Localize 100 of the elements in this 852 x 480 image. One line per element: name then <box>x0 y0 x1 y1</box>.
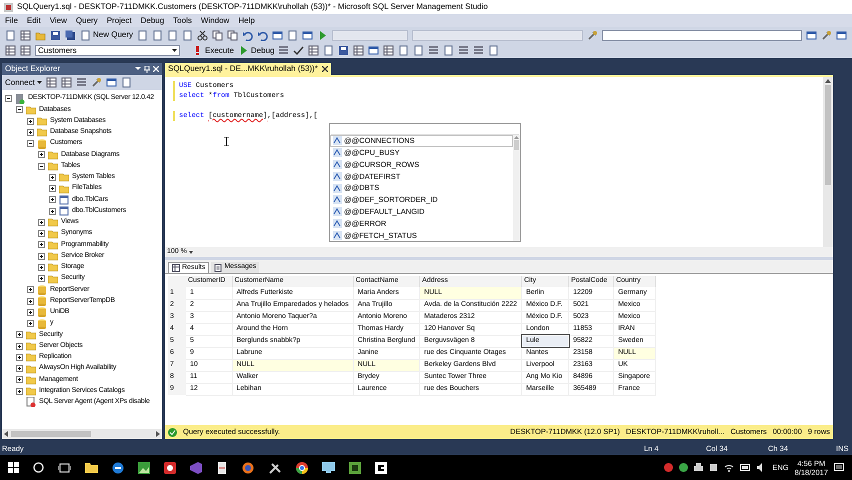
expand-icon[interactable] <box>49 208 56 215</box>
expand-icon[interactable] <box>38 241 45 248</box>
page-icon[interactable] <box>488 45 500 56</box>
expand-icon[interactable] <box>38 230 45 238</box>
expand-icon[interactable] <box>16 354 23 361</box>
wifi-icon[interactable] <box>724 463 734 472</box>
page-icon[interactable] <box>323 45 334 56</box>
expand-icon[interactable] <box>38 252 45 260</box>
wrench-icon[interactable] <box>821 30 832 40</box>
window-icon[interactable] <box>302 30 314 40</box>
right-arrow-icon[interactable] <box>156 431 160 437</box>
grid-icon[interactable] <box>60 77 72 88</box>
lines-icon[interactable] <box>428 45 440 56</box>
caret-icon[interactable] <box>135 66 141 72</box>
folder-icon[interactable] <box>85 462 98 473</box>
circle-icon[interactable] <box>664 463 674 472</box>
windows-icon[interactable] <box>8 462 19 473</box>
save-all-icon[interactable] <box>65 30 76 40</box>
menu-item[interactable]: Debug <box>140 14 164 26</box>
expand-icon[interactable] <box>38 218 45 226</box>
collapse-icon[interactable] <box>38 162 45 170</box>
close-icon[interactable] <box>322 66 328 72</box>
image-viewer-icon[interactable] <box>138 462 150 474</box>
page-icon[interactable] <box>398 45 410 56</box>
grid-icon[interactable] <box>383 45 394 56</box>
page-icon[interactable] <box>120 77 132 88</box>
wrench-icon[interactable] <box>90 77 102 88</box>
lines-icon[interactable] <box>76 77 87 88</box>
collapse-icon[interactable] <box>5 95 12 102</box>
grid-icon[interactable] <box>20 45 31 56</box>
debug-button[interactable]: Debug <box>238 44 274 56</box>
up-arrow-icon[interactable] <box>825 79 831 83</box>
expand-icon[interactable] <box>49 185 56 192</box>
menu-item[interactable]: File <box>5 14 18 26</box>
search-icon[interactable] <box>33 462 44 473</box>
square-app-icon[interactable] <box>349 462 361 474</box>
expand-icon[interactable] <box>27 118 34 125</box>
wrench-icon[interactable] <box>587 30 598 40</box>
monitor-icon[interactable] <box>322 462 335 473</box>
undo-icon[interactable] <box>257 30 268 40</box>
page-icon[interactable] <box>443 45 454 56</box>
left-arrow-icon[interactable] <box>4 431 8 437</box>
page-icon[interactable] <box>287 30 298 40</box>
record-app-icon[interactable] <box>164 462 176 474</box>
page-icon[interactable] <box>137 30 148 40</box>
document-tab[interactable]: SQLQuery1.sql - DE...MKK\ruhollah (53))* <box>165 63 331 75</box>
scrollbar-thumb[interactable] <box>514 140 519 150</box>
scrollbar-thumb[interactable] <box>825 85 831 185</box>
expand-icon[interactable] <box>38 275 45 282</box>
page-icon[interactable] <box>152 30 164 40</box>
save-icon[interactable] <box>338 45 350 56</box>
grid-icon[interactable] <box>20 30 31 40</box>
new-query-button[interactable]: New Query <box>80 29 134 41</box>
execute-button[interactable]: Execute <box>192 44 234 56</box>
hexagon-app-icon[interactable] <box>190 462 202 474</box>
new-page-icon[interactable] <box>5 30 16 40</box>
lines-icon[interactable] <box>458 45 470 56</box>
expand-icon[interactable] <box>27 298 34 305</box>
page-icon[interactable] <box>413 45 424 56</box>
grid-icon[interactable] <box>46 77 57 88</box>
device-icon[interactable] <box>709 463 718 472</box>
grid-icon[interactable] <box>353 45 364 56</box>
notification-icon[interactable] <box>834 462 844 472</box>
menu-item[interactable]: Edit <box>26 14 41 26</box>
copy-icon[interactable] <box>227 30 238 40</box>
expand-icon[interactable] <box>27 320 34 328</box>
expand-icon[interactable] <box>27 308 34 316</box>
collapse-icon[interactable] <box>27 140 34 148</box>
window-icon[interactable] <box>368 45 380 56</box>
caret-icon[interactable] <box>188 250 193 254</box>
chrome-icon[interactable] <box>296 462 308 474</box>
grid-icon[interactable] <box>5 45 16 56</box>
globe-icon[interactable] <box>242 462 254 474</box>
expand-icon[interactable] <box>16 388 23 395</box>
document-icon[interactable] <box>216 462 228 474</box>
circle-icon[interactable] <box>679 463 688 472</box>
expand-icon[interactable] <box>27 128 34 136</box>
expand-icon[interactable] <box>49 196 56 204</box>
menu-item[interactable]: View <box>50 14 67 26</box>
window-icon[interactable] <box>106 77 117 88</box>
browser-icon[interactable] <box>112 462 124 474</box>
expand-icon[interactable] <box>16 376 23 384</box>
menu-item[interactable]: Tools <box>173 14 192 26</box>
pin-icon[interactable] <box>144 66 150 72</box>
menu-item[interactable]: Help <box>238 14 255 26</box>
tools-icon[interactable] <box>268 462 282 474</box>
window-icon[interactable] <box>836 30 847 40</box>
undo-icon[interactable] <box>242 30 254 40</box>
window-icon[interactable] <box>806 30 817 40</box>
scrollbar-thumb[interactable] <box>11 431 91 437</box>
check-icon[interactable] <box>293 45 304 56</box>
collapse-icon[interactable] <box>16 106 23 114</box>
lines-icon[interactable] <box>473 45 484 56</box>
expand-icon[interactable] <box>16 331 23 338</box>
page-icon[interactable] <box>182 30 194 40</box>
save-icon[interactable] <box>50 30 61 40</box>
window-icon[interactable] <box>272 30 284 40</box>
expand-icon[interactable] <box>16 365 23 372</box>
menu-item[interactable]: Window <box>200 14 230 26</box>
expand-icon[interactable] <box>27 286 34 294</box>
